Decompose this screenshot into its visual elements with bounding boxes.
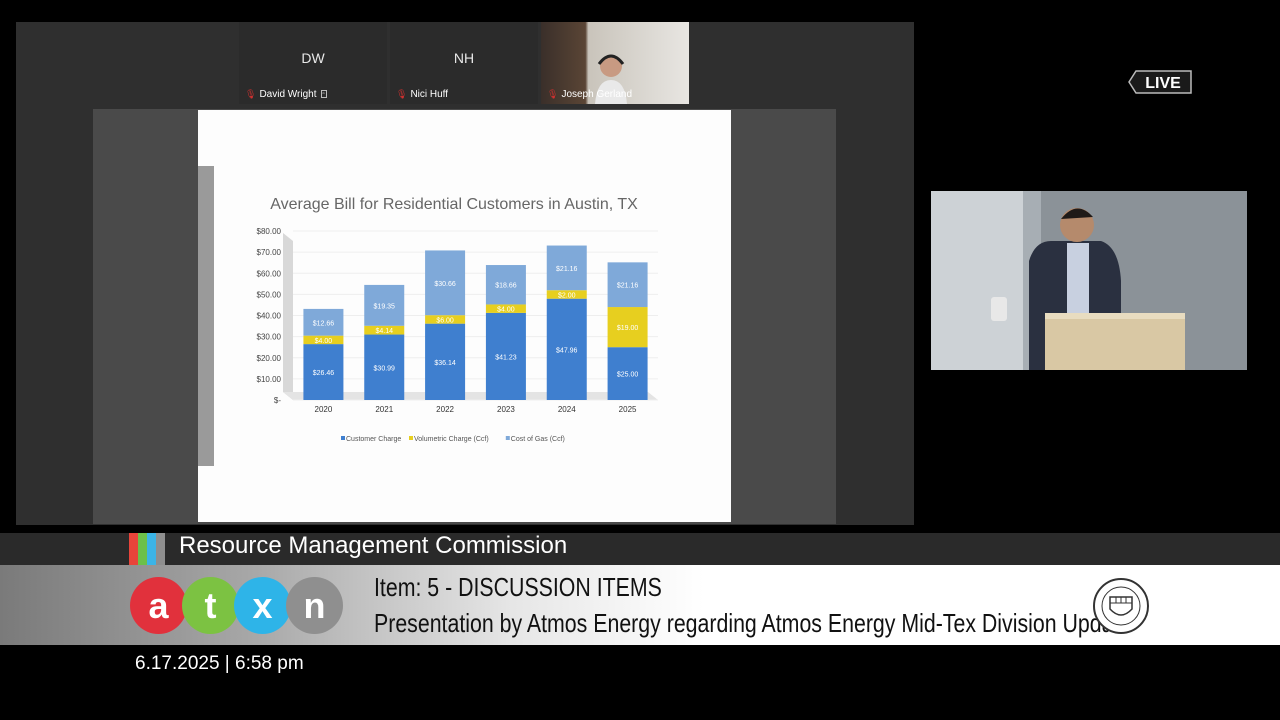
atxn-logo-t: t — [182, 577, 239, 634]
participant-tile-joseph-gerland[interactable]: 🎙 Joseph Gerland — [541, 22, 689, 104]
data-label: $2.00 — [558, 292, 576, 299]
participant-name: Joseph Gerland — [561, 89, 633, 100]
legend-swatch — [341, 436, 345, 440]
legend-swatch — [505, 436, 510, 440]
data-label: $19.00 — [617, 325, 639, 332]
data-label: $41.23 — [495, 354, 517, 361]
agenda-item-title: Item: 5 - DISCUSSION ITEMS — [374, 572, 662, 602]
y-tick-label: $10.00 — [257, 375, 282, 384]
y-tick-label: $20.00 — [257, 354, 282, 363]
participant-name: David Wright — [259, 89, 317, 100]
data-label: $21.16 — [556, 266, 578, 273]
participant-name-label: 🎙 Joseph Gerland — [547, 89, 632, 100]
x-tick-label: 2023 — [497, 405, 515, 414]
chart-title: Average Bill for Residential Customers i… — [270, 196, 638, 213]
y-tick-label: $- — [274, 396, 281, 405]
caption-icon: ▫ — [320, 90, 327, 99]
mic-muted-icon: 🎙 — [396, 89, 408, 99]
data-label: $18.66 — [495, 283, 517, 290]
data-label: $19.35 — [374, 303, 396, 310]
live-label: LIVE — [1145, 75, 1181, 92]
y-tick-label: $60.00 — [257, 269, 282, 278]
participant-name: Nici Huff — [410, 89, 449, 100]
legend-entry: Volumetric Charge (Ccf) — [414, 436, 489, 443]
speaker-video-feed — [931, 191, 1247, 370]
atxn-logo-n: n — [286, 577, 343, 634]
x-tick-label: 2021 — [375, 405, 393, 414]
agenda-item-description: Presentation by Atmos Energy regarding A… — [374, 608, 1132, 638]
data-label: $25.00 — [617, 372, 639, 379]
participant-initials: NH — [453, 50, 475, 66]
data-label: $6.00 — [436, 317, 454, 324]
y-tick-label: $50.00 — [257, 290, 282, 299]
y-tick-label: $70.00 — [257, 248, 282, 257]
data-label: $36.14 — [434, 360, 456, 367]
data-label: $21.16 — [617, 283, 639, 290]
atxn-logo-x: x — [234, 577, 291, 634]
x-tick-label: 2020 — [315, 405, 333, 414]
live-badge: LIVE — [1128, 70, 1192, 94]
legend-entry: Customer Charge — [346, 436, 401, 443]
y-tick-label: $40.00 — [257, 312, 282, 321]
podium-speaker-image — [931, 191, 1247, 370]
x-tick-label: 2022 — [436, 405, 454, 414]
legend-swatch — [409, 436, 413, 440]
broadcast-datetime: 6.17.2025 | 6:58 pm — [135, 653, 304, 674]
data-label: $30.99 — [374, 365, 396, 372]
participant-name-label: 🎙 Nici Huff — [396, 89, 448, 100]
x-tick-label: 2025 — [619, 405, 637, 414]
city-of-austin-seal-icon — [1093, 578, 1149, 634]
participant-tile-david-wright[interactable]: DW 🎙 David Wright ▫ — [239, 22, 387, 104]
data-label: $4.14 — [375, 328, 393, 335]
mic-muted-icon: 🎙 — [245, 89, 257, 99]
data-label: $4.00 — [497, 307, 515, 314]
average-bill-chart: Average Bill for Residential Customers i… — [257, 196, 658, 443]
commission-title: Resource Management Commission — [179, 532, 568, 559]
participant-initials: DW — [301, 50, 325, 66]
chart-side-wall — [283, 233, 293, 400]
atxn-logo-a: a — [130, 577, 187, 634]
y-tick-label: $80.00 — [257, 227, 282, 236]
legend-entry: Cost of Gas (Ccf) — [511, 436, 565, 443]
color-stripes-icon — [129, 533, 165, 565]
participant-tile-nici-huff[interactable]: NH 🎙 Nici Huff — [390, 22, 538, 104]
mic-muted-icon: 🎙 — [547, 89, 559, 99]
x-tick-label: 2024 — [558, 405, 576, 414]
data-label: $47.96 — [556, 347, 578, 354]
data-label: $30.66 — [434, 281, 456, 288]
data-label: $4.00 — [315, 338, 333, 345]
data-label: $12.66 — [313, 320, 335, 327]
data-label: $26.46 — [313, 370, 335, 377]
participant-name-label: 🎙 David Wright ▫ — [245, 89, 327, 100]
y-tick-label: $30.00 — [257, 333, 282, 342]
